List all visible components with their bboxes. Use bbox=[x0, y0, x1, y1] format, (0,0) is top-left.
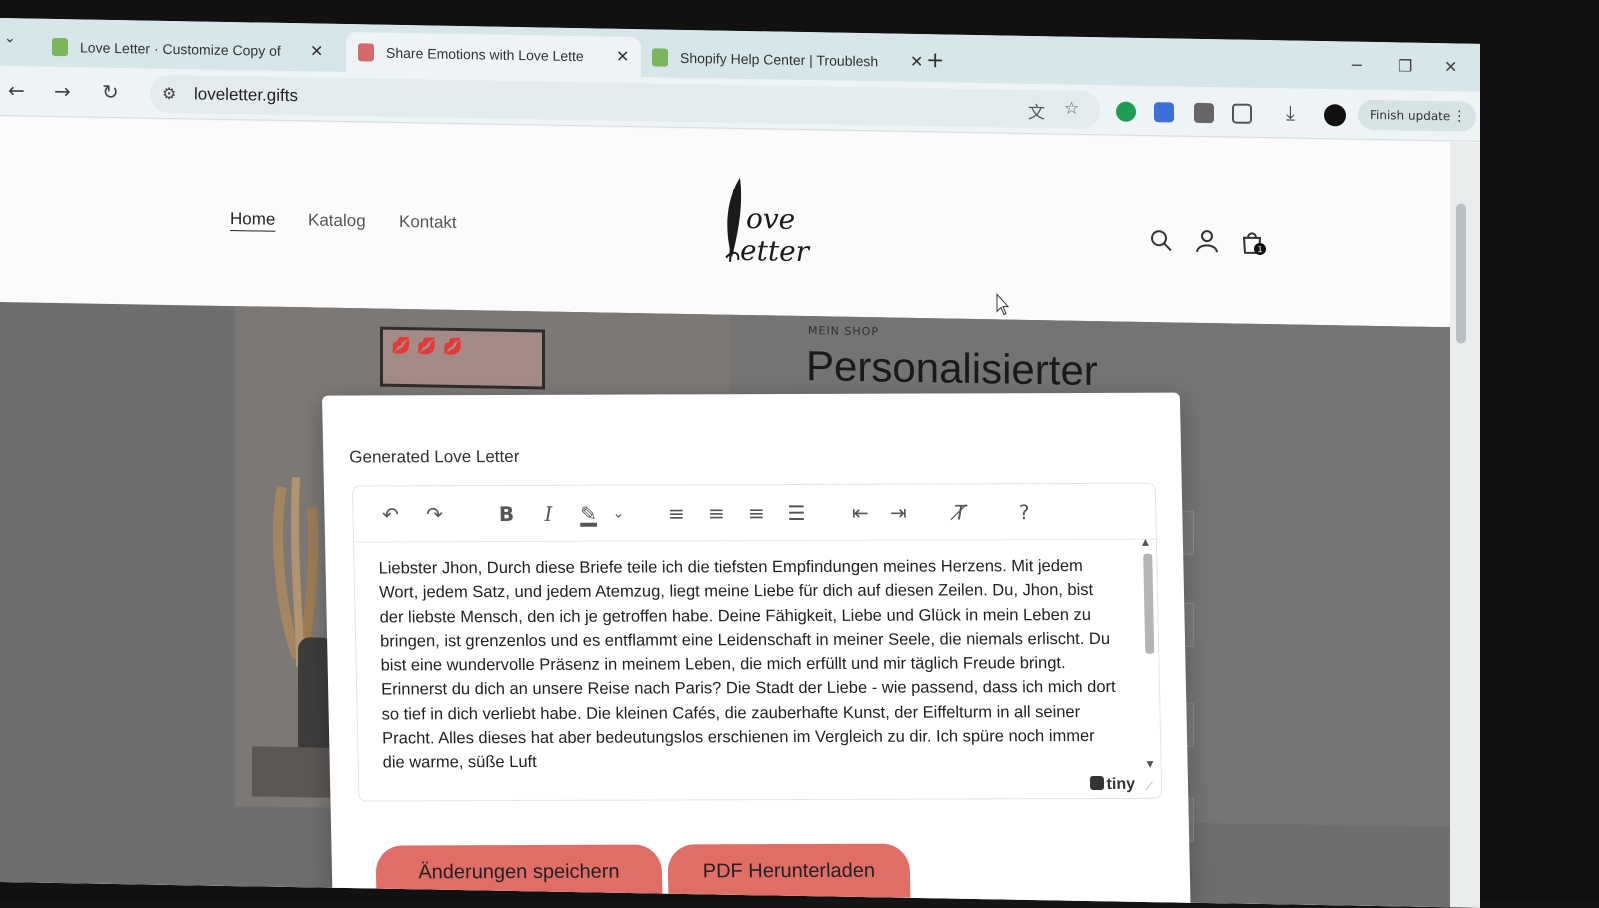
close-tab-icon[interactable]: ✕ bbox=[616, 47, 629, 67]
new-tab-button[interactable]: + bbox=[926, 48, 944, 73]
svg-text:ove: ove bbox=[746, 202, 795, 236]
close-window-icon[interactable]: ✕ bbox=[1444, 57, 1457, 76]
align-right-icon[interactable]: ≡ bbox=[743, 501, 769, 525]
framed-kisses-image: 💋💋💋 bbox=[380, 326, 545, 390]
cart-icon[interactable]: 1 bbox=[1240, 229, 1266, 255]
highlight-icon[interactable]: ✎ bbox=[575, 502, 601, 526]
translate-icon[interactable]: 文 bbox=[1028, 98, 1045, 123]
cart-count-badge: 1 bbox=[1257, 245, 1262, 254]
minimize-icon[interactable]: ─ bbox=[1352, 56, 1362, 75]
shop-label: MEIN SHOP bbox=[808, 324, 879, 339]
bold-icon[interactable]: B bbox=[493, 502, 519, 526]
justify-icon[interactable]: ☰ bbox=[783, 501, 809, 525]
browser-window: ⌄ Love Letter · Customize Copy of ✕ Shar… bbox=[0, 18, 1480, 908]
rich-text-editor: ↶ ↷ B I ✎ ⌄ ≡ ≡ ≡ ☰ ⇤ ⇥ T̸ ? Liebster Jh… bbox=[351, 482, 1163, 803]
help-icon[interactable]: ? bbox=[1011, 500, 1037, 524]
scroll-up-icon[interactable]: ▲ bbox=[1142, 538, 1149, 548]
extension-icon[interactable] bbox=[1194, 102, 1214, 124]
download-icon[interactable]: ⤓ bbox=[1286, 100, 1295, 124]
italic-icon[interactable]: I bbox=[535, 502, 561, 526]
page-scroll-thumb[interactable] bbox=[1456, 203, 1466, 344]
outdent-icon[interactable]: ⇤ bbox=[847, 501, 873, 525]
letter-text-area[interactable]: Liebster Jhon, Durch diese Briefe teile … bbox=[354, 540, 1144, 775]
modal-title: Generated Love Letter bbox=[349, 446, 520, 467]
align-left-icon[interactable]: ≡ bbox=[663, 501, 689, 525]
monitor-frame: ⌄ Love Letter · Customize Copy of ✕ Shar… bbox=[0, 0, 1599, 908]
svg-text:etter: etter bbox=[740, 234, 811, 268]
tab-share-emotions[interactable]: Share Emotions with Love Lette ✕ bbox=[346, 32, 642, 78]
tab-love-letter-customize[interactable]: Love Letter · Customize Copy of ✕ bbox=[40, 27, 335, 72]
translate-extension-icon[interactable] bbox=[1154, 102, 1174, 123]
nav-home[interactable]: Home bbox=[230, 209, 275, 230]
close-tab-icon[interactable]: ✕ bbox=[910, 52, 923, 72]
editor-toolbar: ↶ ↷ B I ✎ ⌄ ≡ ≡ ≡ ☰ ⇤ ⇥ T̸ ? bbox=[352, 483, 1156, 543]
editor-scroll-thumb[interactable] bbox=[1143, 553, 1155, 654]
tab-search-icon[interactable]: ⌄ bbox=[4, 30, 16, 46]
product-title: Personalisierter bbox=[806, 342, 1098, 395]
reload-icon[interactable]: ↻ bbox=[102, 80, 119, 104]
resize-handle-icon[interactable]: ⟋ bbox=[1145, 780, 1153, 794]
clear-format-icon[interactable]: T̸ bbox=[947, 500, 973, 524]
close-tab-icon[interactable]: ✕ bbox=[310, 41, 323, 61]
redo-icon[interactable]: ↷ bbox=[421, 502, 447, 526]
tab-shopify-help[interactable]: Shopify Help Center | Troublesh ✕ bbox=[640, 37, 935, 82]
undo-icon[interactable]: ↶ bbox=[377, 502, 403, 526]
profile-avatar[interactable] bbox=[1324, 104, 1346, 127]
love-letter-logo[interactable]: ove etter bbox=[718, 170, 868, 273]
site-info-icon[interactable]: ⚙ bbox=[162, 84, 176, 103]
mouse-cursor-icon bbox=[996, 293, 1010, 316]
grammarly-icon[interactable] bbox=[1116, 101, 1136, 122]
back-icon[interactable]: ← bbox=[8, 78, 25, 102]
tiny-brand[interactable]: tiny bbox=[1089, 776, 1135, 794]
forward-icon[interactable]: → bbox=[54, 79, 71, 103]
shopify-icon bbox=[52, 37, 68, 57]
address-bar[interactable]: ⚙ loveletter.gifts 文 ☆ bbox=[150, 74, 1100, 130]
editor-statusbar: tiny ⟋ bbox=[359, 772, 1161, 803]
chevron-down-icon[interactable]: ⌄ bbox=[605, 506, 631, 522]
puzzle-extensions-icon[interactable] bbox=[1232, 103, 1252, 124]
search-icon[interactable] bbox=[1148, 227, 1174, 253]
bookmark-star-icon[interactable]: ☆ bbox=[1064, 99, 1079, 119]
indent-icon[interactable]: ⇥ bbox=[885, 501, 911, 525]
loveletter-icon bbox=[358, 43, 374, 62]
save-changes-button[interactable]: Änderungen speichern bbox=[375, 844, 663, 900]
love-letter-modal: Generated Love Letter ↶ ↷ B I ✎ ⌄ ≡ ≡ ≡ … bbox=[322, 392, 1191, 908]
shopify-icon bbox=[652, 48, 668, 67]
tiny-logo-icon bbox=[1089, 775, 1104, 791]
align-center-icon[interactable]: ≡ bbox=[703, 501, 729, 525]
basket-image bbox=[252, 746, 336, 798]
download-pdf-button[interactable]: PDF Herunterladen bbox=[667, 843, 911, 899]
account-icon[interactable] bbox=[1194, 228, 1220, 254]
nav-kontakt[interactable]: Kontakt bbox=[399, 212, 457, 233]
nav-katalog[interactable]: Katalog bbox=[308, 210, 366, 231]
menu-dots-icon: ⋮ bbox=[1452, 108, 1467, 125]
finish-update-button[interactable]: Finish update ⋮ bbox=[1358, 99, 1477, 132]
restore-icon[interactable]: ❐ bbox=[1398, 56, 1412, 75]
scroll-down-icon[interactable]: ▼ bbox=[1147, 760, 1154, 770]
